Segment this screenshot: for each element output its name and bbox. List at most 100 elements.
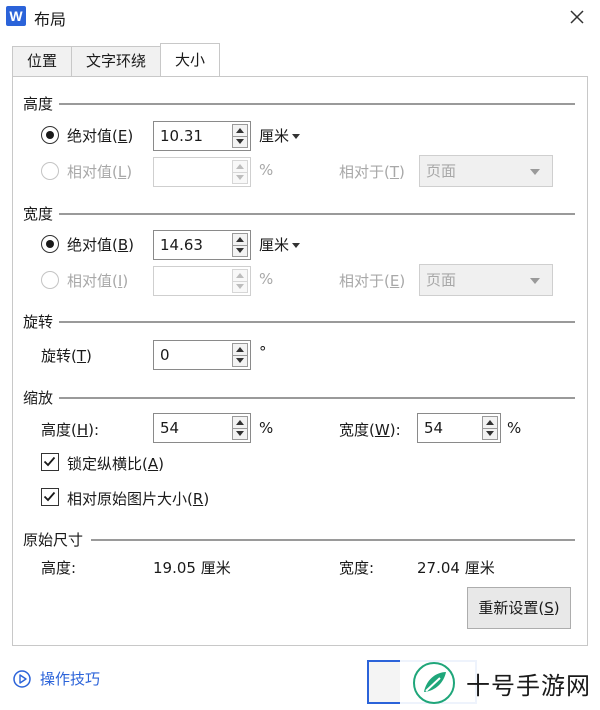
caret-down-icon [530,169,540,175]
height-absolute-label: 绝对值(E) [67,127,134,145]
original-width-value: 27.04 厘米 [417,559,495,577]
width-relative-label: 相对值(I) [67,272,129,290]
operation-tips-link[interactable]: 操作技巧 [12,668,100,689]
original-height-value: 19.05 厘米 [153,559,231,577]
height-absolute-stepper[interactable] [153,121,251,151]
tab-bar: 位置 文字环绕 大小 [12,43,221,76]
arrow-up-icon [236,272,244,278]
width-absolute-radio[interactable] [41,235,59,253]
height-section-divider [59,103,575,105]
height-relative-to-label: 相对于(T) [339,163,405,181]
height-relative-unit: % [259,161,274,179]
width-relative-up-button[interactable] [232,269,248,281]
scale-width-unit: % [507,419,522,437]
scale-height-input[interactable] [154,414,228,442]
arrow-down-icon [236,248,244,254]
caret-down-icon [292,134,301,139]
scale-width-up-button[interactable] [482,416,498,428]
width-relative-to-label: 相对于(E) [339,272,406,290]
height-absolute-radio[interactable] [41,126,59,144]
rotation-section-divider [59,321,575,323]
width-absolute-down-button[interactable] [232,244,248,257]
height-relative-to-select[interactable]: 页面 [419,155,553,187]
scale-width-label: 宽度(W): [339,421,401,439]
width-absolute-up-button[interactable] [232,233,248,245]
width-absolute-stepper[interactable] [153,230,251,260]
tab-position[interactable]: 位置 [12,46,73,76]
window-title: 布局 [34,10,67,29]
title-bar: W 布局 [0,0,600,36]
rotation-up-button[interactable] [232,343,248,355]
width-section-title: 宽度 [23,205,54,223]
arrow-down-icon [236,175,244,181]
arrow-up-icon [236,419,244,425]
width-absolute-input[interactable] [154,231,228,259]
rotation-section-title: 旋转 [23,313,54,331]
arrow-up-icon [236,127,244,133]
height-unit-dropdown[interactable]: 厘米 [259,125,301,146]
original-size-section-title: 原始尺寸 [23,531,84,549]
tab-size[interactable]: 大小 [160,43,221,76]
play-circle-icon [13,669,31,688]
relative-original-checkbox[interactable] [41,488,59,506]
scale-section-divider [59,397,575,399]
width-relative-to-select[interactable]: 页面 [419,264,553,296]
height-relative-stepper[interactable] [153,157,251,187]
arrow-up-icon [236,163,244,169]
arrow-up-icon [236,346,244,352]
arrow-down-icon [236,431,244,437]
width-relative-down-button[interactable] [232,280,248,293]
arrow-down-icon [236,139,244,145]
site-watermark-badge: 十号手游网 [400,656,600,710]
height-relative-down-button[interactable] [232,171,248,184]
checkmark-icon [43,491,56,502]
height-relative-up-button[interactable] [232,160,248,172]
original-width-label: 宽度: [339,559,375,577]
checkmark-icon [43,456,56,467]
width-unit-dropdown[interactable]: 厘米 [259,234,301,255]
rotation-down-button[interactable] [232,354,248,367]
height-absolute-up-button[interactable] [232,124,248,136]
caret-down-icon [292,243,301,248]
width-relative-stepper[interactable] [153,266,251,296]
width-relative-unit: % [259,270,274,288]
rotation-input[interactable] [154,341,228,369]
scale-width-input[interactable] [418,414,478,442]
caret-down-icon [530,278,540,284]
arrow-up-icon [486,419,494,425]
lock-aspect-label: 锁定纵横比(A) [67,455,164,473]
scale-height-down-button[interactable] [232,427,248,440]
height-relative-label: 相对值(L) [67,163,133,181]
arrow-down-icon [486,431,494,437]
height-relative-radio[interactable] [41,162,59,180]
width-section-divider [59,213,575,215]
height-section-title: 高度 [23,95,54,113]
arrow-up-icon [236,236,244,242]
scale-width-down-button[interactable] [482,427,498,440]
width-absolute-label: 绝对值(B) [67,236,135,254]
leaf-logo-icon [413,662,455,704]
width-relative-radio[interactable] [41,271,59,289]
lock-aspect-checkbox[interactable] [41,453,59,471]
arrow-down-icon [236,358,244,364]
original-size-section-divider [91,539,575,541]
original-height-label: 高度: [41,559,77,577]
reset-button[interactable]: 重新设置(S) [467,587,571,629]
height-absolute-input[interactable] [154,122,228,150]
relative-original-label: 相对原始图片大小(R) [67,490,210,508]
scale-height-up-button[interactable] [232,416,248,428]
site-watermark-text: 十号手游网 [466,671,591,700]
scale-height-stepper[interactable] [153,413,251,443]
width-relative-input[interactable] [154,267,228,295]
scale-section-title: 缩放 [23,389,54,407]
rotation-stepper[interactable] [153,340,251,370]
height-absolute-down-button[interactable] [232,135,248,148]
scale-width-stepper[interactable] [417,413,501,443]
height-relative-input[interactable] [154,158,228,186]
arrow-down-icon [236,284,244,290]
tab-text-wrap[interactable]: 文字环绕 [71,46,162,76]
scale-height-label: 高度(H): [41,421,100,439]
scale-height-unit: % [259,419,274,437]
operation-tips-label: 操作技巧 [40,670,101,688]
close-button[interactable] [564,4,590,30]
